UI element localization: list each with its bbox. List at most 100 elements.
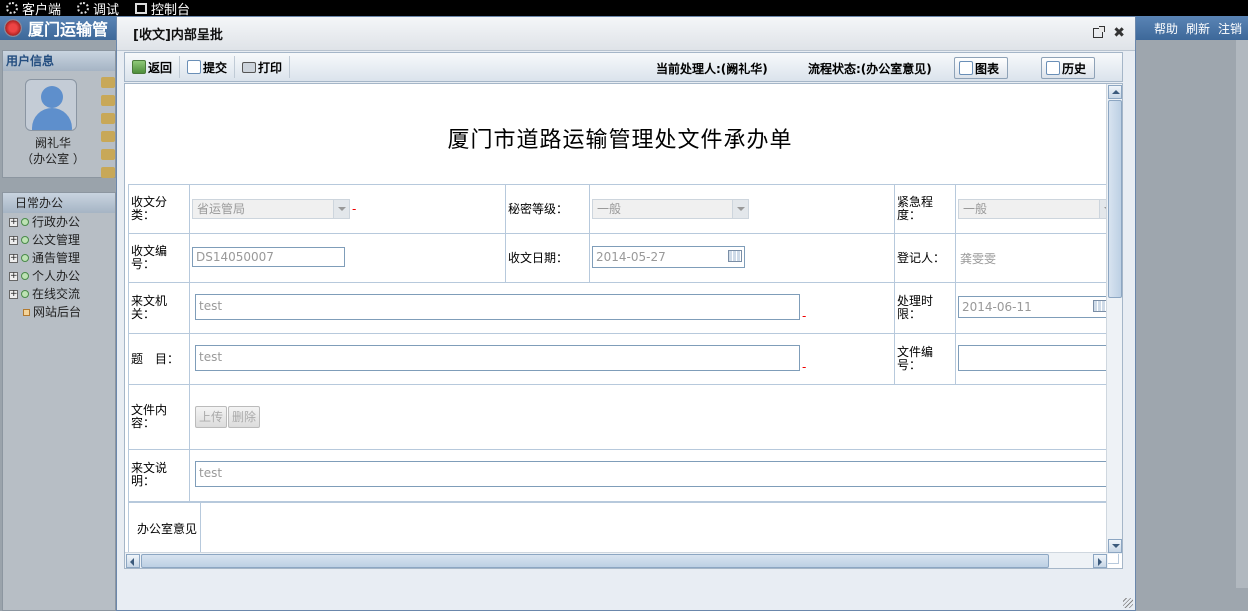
sidebar: 用户信息 阙礼华 （办公室 ） 日常办公 + 行政办公 + 公文管理 + 通告管理 +…	[0, 40, 116, 611]
gear-icon	[77, 2, 90, 14]
workflow-status: 流程状态:(办公室意见)	[808, 62, 932, 76]
expand-icon[interactable]: +	[9, 217, 18, 227]
nav-panel: 日常办公 + 行政办公 + 公文管理 + 通告管理 + 个人办公 + 在线交流 网站后台	[2, 192, 116, 611]
date-label: 收文日期：	[508, 250, 569, 265]
urgency-label: 紧急程度：	[897, 195, 934, 222]
user-dept: （办公室 ）	[21, 152, 85, 166]
horizontal-scrollbar[interactable]	[125, 552, 1108, 568]
category-select[interactable]: 省运管局	[192, 199, 350, 219]
subject-input[interactable]: test	[195, 344, 800, 371]
note-input[interactable]: test	[195, 460, 1115, 487]
expand-icon[interactable]: +	[9, 235, 18, 245]
app-logo: 厦门运输管	[4, 16, 108, 40]
registrar-value: 龚雯雯	[960, 251, 997, 266]
tree-item-notices[interactable]: + 通告管理	[3, 249, 115, 267]
source-input[interactable]: test	[195, 293, 800, 320]
contacts-icon[interactable]	[101, 131, 115, 142]
mail-icon[interactable]	[101, 77, 115, 88]
user-name-block: 阙礼华 （办公室 ）	[13, 135, 93, 167]
user-shortcuts	[101, 77, 117, 185]
expand-icon[interactable]: +	[9, 253, 18, 263]
page-scrollbar[interactable]	[1236, 40, 1248, 588]
urgency-select[interactable]: 一般	[958, 199, 1116, 219]
source-label: 来文机关：	[131, 294, 168, 321]
dialog-title: [收文]内部呈批	[133, 28, 223, 43]
header-links: 帮助 刷新 注销	[1146, 16, 1242, 40]
required-marker: -	[352, 202, 357, 216]
logout-link[interactable]: 注销	[1218, 20, 1242, 37]
secret-select[interactable]: 一般	[592, 199, 749, 219]
gear-icon	[6, 2, 18, 14]
document-content: 厦门市道路运输管理处文件承办单 收文分类： 省运管局 - 秘密等级： 一般 紧急程…	[124, 83, 1123, 569]
number-input[interactable]: DS14050007	[192, 246, 345, 267]
subject-label: 题 目：	[131, 351, 180, 366]
folder-icon	[21, 236, 29, 244]
print-button[interactable]: 打印	[235, 56, 291, 78]
scroll-up-icon[interactable]	[1108, 85, 1122, 99]
required-marker: -	[802, 308, 807, 323]
app-title: 厦门运输管	[28, 20, 109, 39]
debug-menu[interactable]: 调试	[77, 0, 119, 18]
client-menu[interactable]: 客户端	[6, 0, 61, 18]
approval-dialog: [收文]内部呈批 ✖ 返回 提交 打印 当前处理人:(阙礼华) 流程状态:(办公…	[116, 16, 1136, 611]
file-no-input[interactable]	[958, 344, 1110, 371]
resize-handle[interactable]	[1123, 598, 1133, 608]
console-menu[interactable]: 控制台	[135, 0, 190, 18]
upload-button[interactable]: 上传	[195, 406, 228, 428]
chart-button[interactable]: 图表	[954, 57, 1009, 79]
calendar-icon[interactable]	[1093, 299, 1107, 312]
file-no-label: 文件编号：	[897, 345, 934, 372]
tree-item-chat[interactable]: + 在线交流	[3, 285, 115, 303]
user-info-panel: 用户信息 阙礼华 （办公室 ）	[2, 50, 116, 178]
scroll-left-icon[interactable]	[126, 554, 140, 568]
seal-icon	[4, 19, 22, 37]
folder-icon	[21, 290, 29, 298]
folder-icon	[21, 272, 29, 280]
scroll-down-icon[interactable]	[1108, 539, 1122, 553]
phone-icon[interactable]	[101, 95, 115, 106]
date-input[interactable]: 2014-05-27	[592, 245, 745, 268]
message-icon[interactable]	[101, 167, 115, 178]
chart-icon	[959, 61, 973, 75]
user-info-title: 用户信息	[3, 51, 115, 71]
submit-icon	[187, 60, 202, 74]
edit-icon[interactable]	[101, 113, 115, 124]
expand-icon[interactable]: +	[9, 271, 18, 281]
calendar-icon[interactable]	[728, 249, 742, 262]
deadline-input[interactable]: 2014-06-11	[958, 295, 1110, 318]
history-button[interactable]: 历史	[1041, 57, 1096, 79]
help-link[interactable]: 帮助	[1154, 20, 1178, 37]
print-icon	[242, 61, 257, 73]
dialog-titlebar[interactable]: [收文]内部呈批 ✖	[117, 17, 1135, 51]
scroll-right-icon[interactable]	[1093, 554, 1107, 568]
tree-item-personal[interactable]: + 个人办公	[3, 267, 115, 285]
back-button[interactable]: 返回	[125, 56, 181, 78]
close-icon[interactable]: ✖	[1113, 26, 1125, 40]
chevron-down-icon	[333, 200, 349, 218]
popout-icon[interactable]	[1093, 26, 1106, 38]
tree-item-admin[interactable]: + 行政办公	[3, 213, 115, 231]
monitor-icon	[135, 2, 148, 14]
history-icon	[1046, 61, 1060, 75]
scroll-thumb[interactable]	[141, 554, 1049, 568]
content-label: 文件内容：	[131, 403, 168, 430]
tree-item-site-admin[interactable]: 网站后台	[3, 303, 115, 321]
form-table: 收文分类： 省运管局 - 秘密等级： 一般 紧急程度： 一般 收文编号： DS14…	[128, 184, 1119, 564]
deadline-label: 处理时限：	[897, 294, 934, 321]
scroll-thumb[interactable]	[1108, 100, 1122, 298]
refresh-link[interactable]: 刷新	[1186, 20, 1210, 37]
submit-button[interactable]: 提交	[180, 56, 236, 78]
required-marker: -	[802, 359, 807, 374]
group-icon[interactable]	[101, 149, 115, 160]
dialog-toolbar: 返回 提交 打印 当前处理人:(阙礼华) 流程状态:(办公室意见) 图表 历史	[124, 52, 1123, 82]
current-handler: 当前处理人:(阙礼华)	[656, 62, 768, 76]
registrar-label: 登记人：	[897, 250, 946, 265]
folder-icon	[21, 254, 29, 262]
category-label: 收文分类：	[131, 195, 168, 222]
user-name: 阙礼华	[34, 136, 71, 150]
folder-icon	[21, 218, 29, 226]
delete-button[interactable]: 删除	[228, 406, 261, 428]
vertical-scrollbar[interactable]	[1106, 84, 1122, 554]
expand-icon[interactable]: +	[9, 289, 18, 299]
tree-item-documents[interactable]: + 公文管理	[3, 231, 115, 249]
